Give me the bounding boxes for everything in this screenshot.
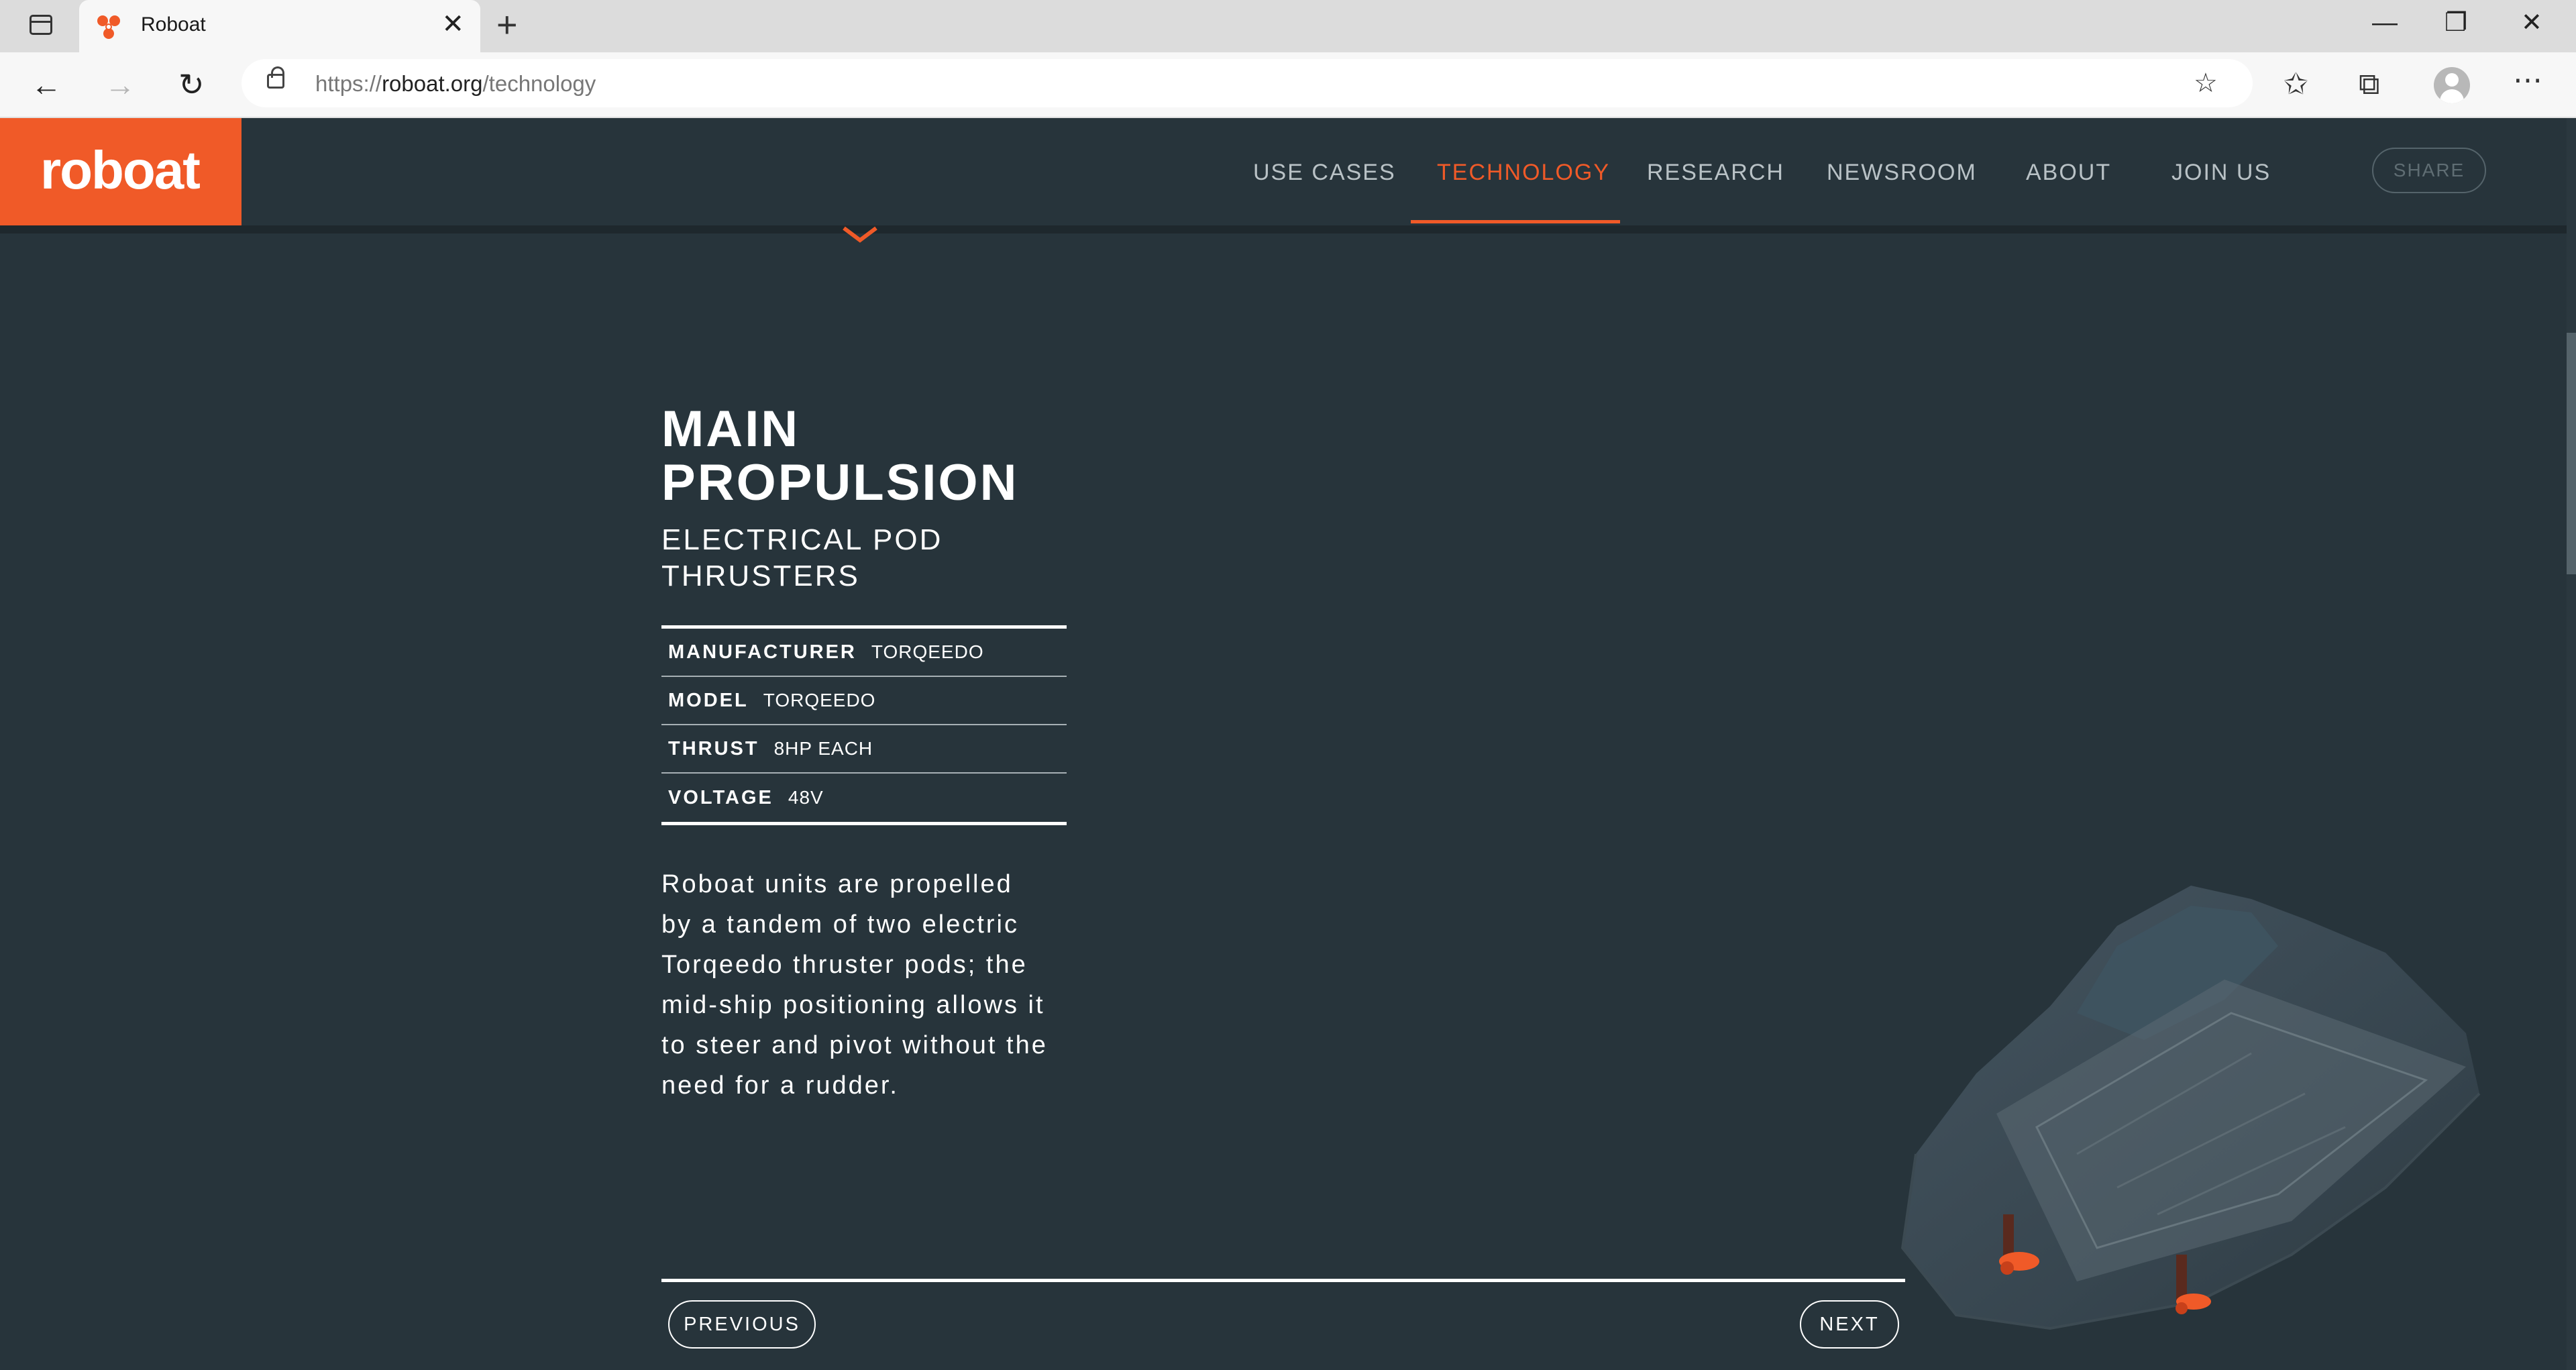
url-text: https://roboat.org/technology [315, 71, 596, 96]
url-input[interactable]: https://roboat.org/technology ☆ [241, 59, 2253, 107]
website: roboat USE CASES TECHNOLOGY RESEARCH NEW… [0, 118, 2576, 1370]
tab-title: Roboat [141, 13, 206, 36]
nav-newsroom[interactable]: NEWSROOM [1827, 160, 1977, 186]
roboat-logo[interactable]: roboat [0, 118, 241, 225]
next-button[interactable]: NEXT [1800, 1300, 1899, 1349]
scrollbar-thumb[interactable] [2567, 333, 2576, 574]
previous-button[interactable]: PREVIOUS [668, 1300, 816, 1349]
nav-use-cases[interactable]: USE CASES [1253, 160, 1396, 186]
section-subtitle: ELECTRICAL POD THRUSTERS [661, 523, 943, 592]
spec-label: MANUFACTURER [668, 641, 857, 663]
back-icon[interactable]: ← [31, 66, 62, 103]
favorites-icon[interactable]: ✩ [2284, 66, 2308, 103]
more-menu-icon[interactable]: ⋯ [2513, 62, 2544, 99]
minimize-button[interactable]: — [2372, 8, 2398, 38]
roboat-hull-render-image [1900, 886, 2481, 1330]
spec-value: TORQEEDO [763, 690, 876, 710]
profile-avatar-icon[interactable] [2434, 67, 2470, 103]
browser-titlebar: Roboat ✕ + — ❐ ✕ [0, 0, 2576, 52]
browser-tab[interactable]: Roboat ✕ [79, 0, 480, 52]
address-bar: ← → ↻ https://roboat.org/technology ☆ ✩ … [0, 52, 2576, 118]
active-nav-indicator [1411, 220, 1620, 223]
spec-value: 48V [788, 787, 824, 808]
chevron-down-icon [843, 226, 877, 243]
section-divider [661, 1279, 1905, 1282]
new-tab-button[interactable]: + [496, 7, 518, 43]
scrollbar-track[interactable] [2567, 118, 2576, 1370]
spec-row-voltage: VOLTAGE 48V [661, 774, 1067, 822]
add-favorite-icon[interactable]: ☆ [2194, 64, 2218, 102]
spec-label: VOLTAGE [668, 786, 773, 808]
tab-close-icon[interactable]: ✕ [441, 11, 464, 38]
share-button[interactable]: SHARE [2372, 148, 2486, 193]
spec-row-manufacturer: MANUFACTURER TORQEEDO [661, 629, 1067, 677]
spec-label: MODEL [668, 689, 749, 711]
spec-row-thrust: THRUST 8HP EACH [661, 725, 1067, 774]
forward-icon[interactable]: → [105, 66, 136, 103]
spec-table: MANUFACTURER TORQEEDO MODEL TORQEEDO THR… [661, 625, 1067, 825]
site-header: roboat USE CASES TECHNOLOGY RESEARCH NEW… [0, 118, 2576, 233]
close-window-button[interactable]: ✕ [2521, 8, 2542, 38]
nav-join-us[interactable]: JOIN US [2171, 160, 2271, 186]
nav-technology[interactable]: TECHNOLOGY [1437, 160, 1610, 186]
nav-about[interactable]: ABOUT [2026, 160, 2111, 186]
section-title: MAIN PROPULSION [661, 401, 1019, 511]
spec-value: TORQEEDO [871, 641, 984, 662]
logo-text: roboat [40, 140, 201, 200]
spec-value: 8HP EACH [773, 738, 873, 759]
nav-research[interactable]: RESEARCH [1647, 160, 1784, 186]
restore-button[interactable]: ❐ [2445, 8, 2467, 38]
sidebar-toggle-icon[interactable] [30, 15, 52, 35]
spec-row-model: MODEL TORQEEDO [661, 677, 1067, 725]
collections-icon[interactable]: ⧉ [2359, 66, 2379, 103]
lock-icon [267, 66, 284, 89]
roboat-favicon-icon [97, 15, 120, 39]
refresh-icon[interactable]: ↻ [178, 66, 205, 103]
spec-label: THRUST [668, 737, 759, 759]
section-description: Roboat units are propelled by a tandem o… [661, 870, 1048, 1100]
